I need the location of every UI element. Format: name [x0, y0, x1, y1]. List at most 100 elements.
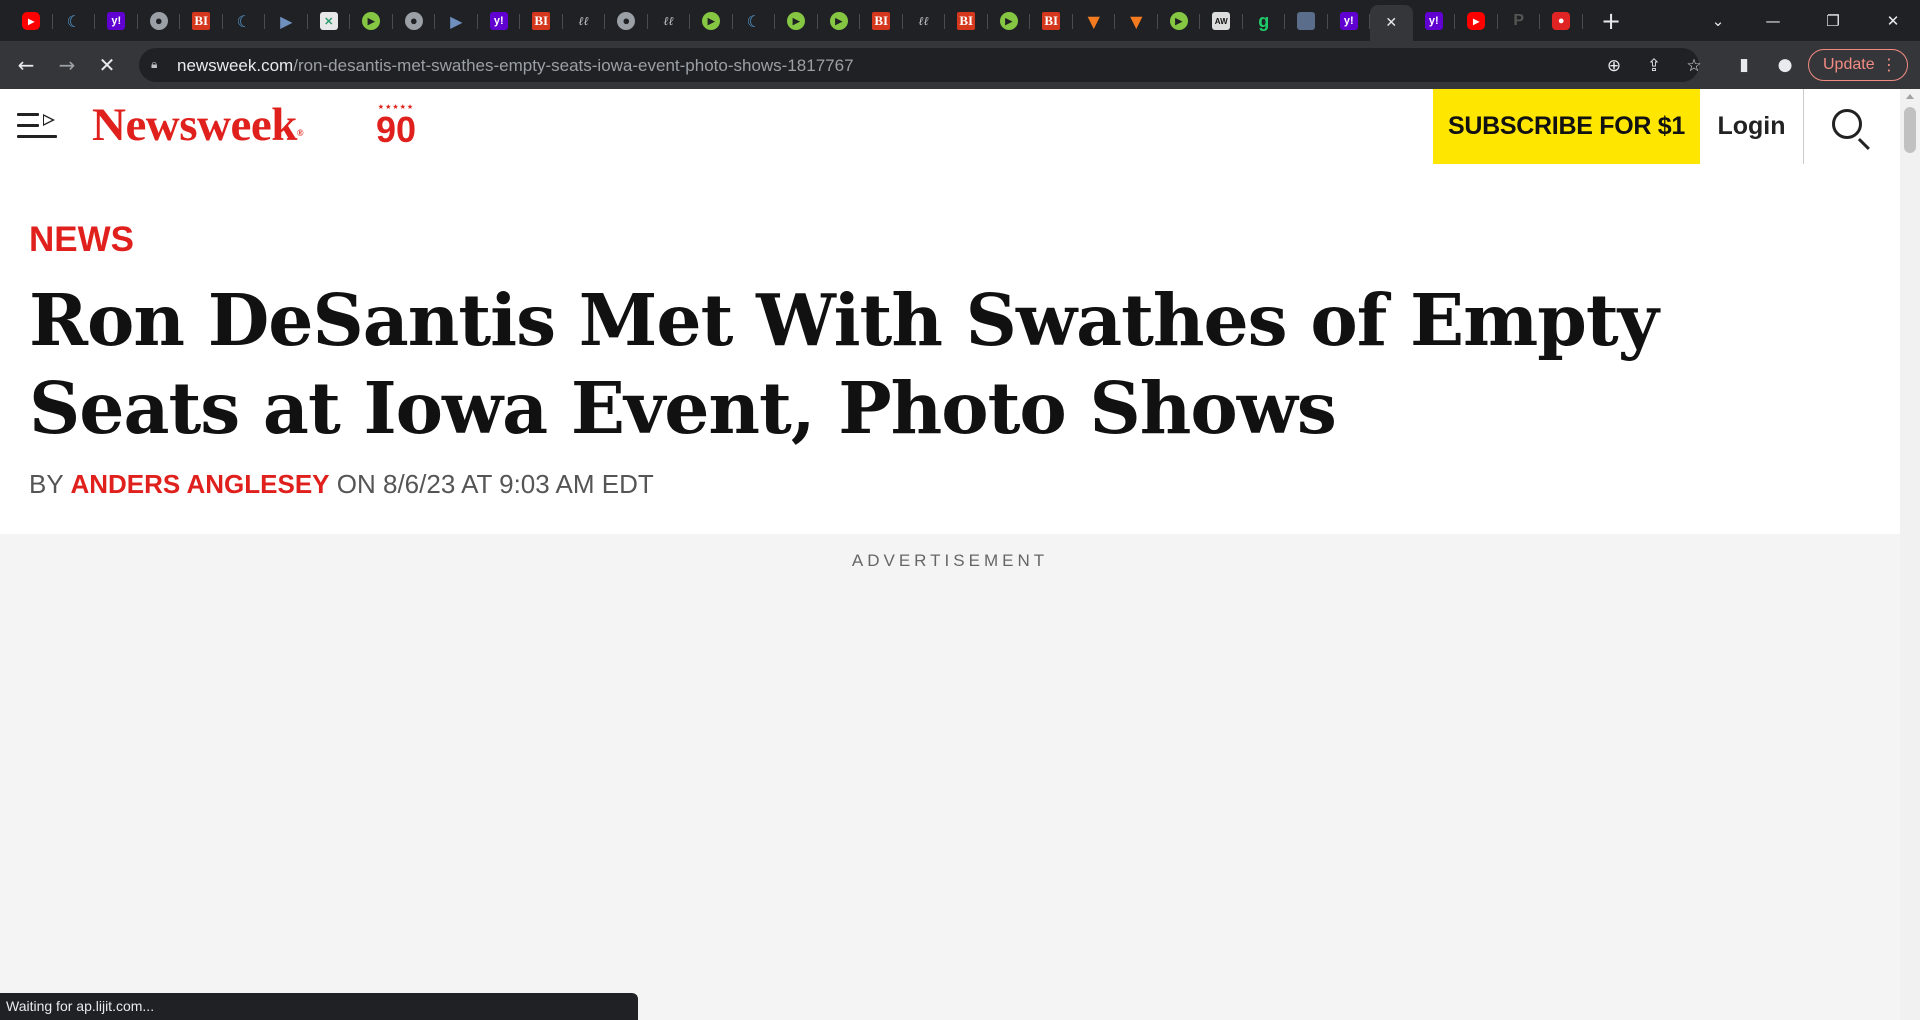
page-viewport: Newsweek® ★★★★★ 90 SUBSCRIBE FOR $1 Logi…: [0, 89, 1900, 1020]
stop-loading-button[interactable]: ✕: [93, 51, 121, 79]
tab[interactable]: P: [1498, 4, 1541, 38]
tab[interactable]: ●: [393, 4, 436, 38]
tab[interactable]: ▶: [690, 4, 733, 38]
business-insider-icon: BI: [872, 12, 891, 30]
aw-icon: AW: [1212, 12, 1231, 30]
login-button[interactable]: Login: [1700, 89, 1804, 164]
byline-prefix: BY: [29, 469, 64, 499]
forward-button[interactable]: →: [53, 51, 81, 79]
tab[interactable]: ☾: [733, 4, 776, 38]
tab[interactable]: ▶: [818, 4, 861, 38]
minimize-button[interactable]: —: [1750, 0, 1796, 41]
globe-icon: ●: [617, 12, 636, 30]
profile-icon[interactable]: ●: [1771, 51, 1799, 79]
back-button[interactable]: ←: [12, 51, 40, 79]
tab[interactable]: ▶: [1455, 4, 1498, 38]
close-tab-icon[interactable]: ✕: [1382, 14, 1400, 32]
tab[interactable]: ℓℓ: [563, 4, 606, 38]
tab[interactable]: BI: [860, 4, 903, 38]
page-scrollbar[interactable]: [1900, 89, 1920, 1020]
advertisement-label: ADVERTISEMENT: [851, 551, 1049, 570]
tab-search-icon[interactable]: ⌄: [1695, 0, 1741, 41]
tab[interactable]: BI: [520, 4, 563, 38]
business-insider-icon: BI: [192, 12, 211, 30]
share-icon[interactable]: ⇪: [1642, 54, 1666, 78]
globe-icon: ●: [149, 12, 168, 30]
ll-icon: ℓℓ: [663, 13, 674, 28]
close-window-button[interactable]: ✕: [1870, 0, 1916, 41]
tab[interactable]: BI: [945, 4, 988, 38]
article-headline: Ron DeSantis Met With Swathes of Empty S…: [29, 278, 1659, 450]
scroll-up-arrow-icon[interactable]: [1906, 94, 1914, 99]
arrow-icon: ▶: [280, 11, 293, 31]
menu-toggle-icon[interactable]: [17, 111, 57, 141]
new-tab-button[interactable]: +: [1596, 6, 1626, 36]
g-icon: g: [1258, 10, 1270, 31]
tab[interactable]: ●: [605, 4, 648, 38]
tab[interactable]: ▶: [350, 4, 393, 38]
business-insider-icon: BI: [1042, 12, 1061, 30]
photo-icon: [1297, 12, 1316, 30]
p-icon: P: [1513, 12, 1525, 29]
update-button[interactable]: Update ⋮: [1808, 49, 1908, 81]
tab-list: ▶ ☾ y! ● BI ☾ ▶ ✕ ▶ ● ▶ y! BI ℓℓ ● ℓℓ ▶ ☾ ▶ ▶ BI ℓℓ BI ▶ BI ▼ ▼ ▶ AW…: [10, 4, 1583, 42]
bookmark-star-icon[interactable]: ☆: [1682, 54, 1706, 78]
tab[interactable]: BI: [180, 4, 223, 38]
status-bubble: Waiting for ap.lijit.com...: [0, 993, 638, 1020]
subscribe-button[interactable]: SUBSCRIBE FOR $1: [1433, 89, 1700, 164]
newsweek-logo[interactable]: Newsweek®: [92, 98, 304, 152]
tab[interactable]: ▶: [775, 4, 818, 38]
browser-toolbar: ← → ✕ 🔒︎ newsweek.com/ron-desantis-met-s…: [0, 41, 1920, 89]
tab-active[interactable]: ✕: [1370, 4, 1413, 42]
tab[interactable]: ▶: [435, 4, 478, 38]
url-text[interactable]: newsweek.com/ron-desantis-met-swathes-em…: [177, 56, 854, 76]
zoom-icon[interactable]: ⊕: [1602, 54, 1626, 78]
tab[interactable]: ●: [1540, 4, 1583, 38]
tab[interactable]: ▼: [1073, 4, 1116, 38]
browser-tab-strip: ▶ ☾ y! ● BI ☾ ▶ ✕ ▶ ● ▶ y! BI ℓℓ ● ℓℓ ▶ ☾ ▶ ▶ BI ℓℓ BI ▶ BI ▼ ▼ ▶ AW…: [0, 0, 1920, 42]
tab[interactable]: ▶: [10, 4, 53, 38]
tab[interactable]: ▶: [265, 4, 308, 38]
side-panel-icon[interactable]: ▮: [1730, 51, 1758, 79]
scrollbar-thumb[interactable]: [1904, 107, 1916, 153]
publish-date: ON 8/6/23 AT 9:03 AM EDT: [336, 469, 654, 499]
rumble-icon: ▶: [829, 12, 848, 30]
address-bar[interactable]: 🔒︎ newsweek.com/ron-desantis-met-swathes…: [139, 48, 1702, 82]
section-label[interactable]: NEWS: [29, 220, 134, 260]
tab[interactable]: y!: [1413, 4, 1456, 38]
restore-button[interactable]: ❐: [1810, 0, 1856, 41]
rumble-icon: ▶: [1169, 12, 1188, 30]
shield-icon: ☾: [236, 11, 251, 31]
business-insider-icon: BI: [532, 12, 551, 30]
tab[interactable]: [1285, 4, 1328, 38]
logo-registered-mark: ®: [296, 128, 304, 138]
author-link[interactable]: ANDERS ANGLESEY: [70, 469, 329, 499]
tab[interactable]: ▶: [1158, 4, 1201, 38]
tab[interactable]: ☾: [223, 4, 266, 38]
tab[interactable]: ℓℓ: [648, 4, 691, 38]
lock-icon[interactable]: 🔒︎: [151, 57, 163, 73]
tab[interactable]: y!: [1328, 4, 1371, 38]
yahoo-icon: y!: [489, 12, 508, 30]
tab[interactable]: AW: [1200, 4, 1243, 38]
youtube-icon: ▶: [22, 12, 41, 30]
tab[interactable]: ▶: [988, 4, 1031, 38]
tab[interactable]: ℓℓ: [903, 4, 946, 38]
tab[interactable]: ☾: [53, 4, 96, 38]
tab[interactable]: g: [1243, 4, 1286, 38]
tab[interactable]: y!: [478, 4, 521, 38]
youtube-icon: ▶: [1467, 12, 1486, 30]
tab[interactable]: ✕: [308, 4, 351, 38]
rumble-icon: ▶: [787, 12, 806, 30]
menu-icon[interactable]: ⋮: [1881, 55, 1897, 74]
arrow-icon: ▶: [450, 11, 463, 31]
tab[interactable]: ●: [138, 4, 181, 38]
tab[interactable]: ▼: [1115, 4, 1158, 38]
tab[interactable]: y!: [95, 4, 138, 38]
bookmark-icon: ▼: [1087, 11, 1100, 31]
tab[interactable]: BI: [1030, 4, 1073, 38]
search-icon[interactable]: [1830, 107, 1874, 151]
bookmark-icon: ▼: [1130, 11, 1143, 31]
yahoo-icon: y!: [107, 12, 126, 30]
logo-text: Newsweek: [92, 99, 297, 151]
